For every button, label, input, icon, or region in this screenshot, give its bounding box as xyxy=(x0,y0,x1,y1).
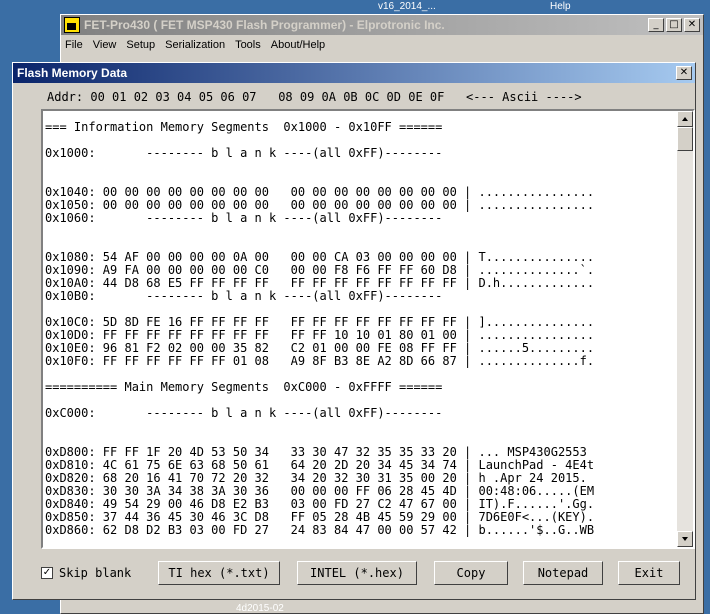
skip-blank-checkbox[interactable]: ✓ Skip blank xyxy=(41,566,131,580)
copy-button[interactable]: Copy xyxy=(434,561,508,585)
memory-view[interactable]: === Information Memory Segments 0x1000 -… xyxy=(41,109,695,549)
maximize-button[interactable]: □ xyxy=(666,18,682,32)
memory-line: 0x10F0: FF FF FF FF FF FF 01 08 A9 8F B3… xyxy=(45,354,595,368)
memory-line: 0x1060: -------- b l a n k ----(all 0xFF… xyxy=(45,211,443,225)
memory-line xyxy=(45,160,675,173)
memory-line: === Information Memory Segments 0x1000 -… xyxy=(45,121,443,134)
ti-hex-button[interactable]: TI hex (*.txt) xyxy=(158,561,280,585)
menu-view[interactable]: View xyxy=(93,39,117,51)
dialog-titlebar[interactable]: Flash Memory Data ✕ xyxy=(13,63,695,83)
memory-line: 0x1000: -------- b l a n k ----(all 0xFF… xyxy=(45,146,443,160)
button-row: ✓ Skip blank TI hex (*.txt) INTEL (*.hex… xyxy=(41,559,691,589)
desktop-text-bottom: 4d2015-02 xyxy=(236,603,284,614)
intel-hex-button[interactable]: INTEL (*.hex) xyxy=(297,561,417,585)
skip-blank-label: Skip blank xyxy=(59,566,132,580)
exit-button[interactable]: Exit xyxy=(618,561,680,585)
memory-line: ========== Main Memory Segments 0xC000 -… xyxy=(45,380,443,394)
memory-text[interactable]: === Information Memory Segments 0x1000 -… xyxy=(45,121,675,547)
menu-file[interactable]: File xyxy=(65,39,83,51)
flash-memory-dialog: Flash Memory Data ✕ Addr: 00 01 02 03 04… xyxy=(12,62,696,600)
main-titlebar[interactable]: FET-Pro430 ( FET MSP430 Flash Programmer… xyxy=(61,15,703,35)
scroll-thumb[interactable] xyxy=(677,127,693,151)
menu-setup[interactable]: Setup xyxy=(126,39,155,51)
app-icon xyxy=(64,17,80,33)
menu-serialization[interactable]: Serialization xyxy=(165,39,225,51)
address-header: Addr: 00 01 02 03 04 05 06 07 08 09 0A 0… xyxy=(47,90,582,104)
notepad-button[interactable]: Notepad xyxy=(523,561,603,585)
close-button[interactable]: ✕ xyxy=(684,18,700,32)
memory-line: 0xC000: -------- b l a n k ----(all 0xFF… xyxy=(45,406,443,420)
memory-line: 0xD860: 62 D8 D2 B3 03 00 FD 27 24 83 84… xyxy=(45,523,595,537)
menu-tools[interactable]: Tools xyxy=(235,39,261,51)
checkbox-check-icon[interactable]: ✓ xyxy=(41,567,53,579)
arrow-down-icon xyxy=(682,537,688,541)
scroll-down-button[interactable] xyxy=(677,531,693,547)
scroll-up-button[interactable] xyxy=(677,111,693,127)
desktop-text-top: v16_2014_... xyxy=(378,1,436,12)
desktop-text-help: Help xyxy=(550,1,571,12)
arrow-up-icon xyxy=(682,117,688,121)
vertical-scrollbar[interactable] xyxy=(677,111,693,547)
minimize-button[interactable]: _ xyxy=(648,18,664,32)
menubar: File View Setup Serialization Tools Abou… xyxy=(61,35,703,55)
dialog-close-button[interactable]: ✕ xyxy=(676,66,692,80)
dialog-title: Flash Memory Data xyxy=(17,66,128,80)
main-window-title: FET-Pro430 ( FET MSP430 Flash Programmer… xyxy=(84,18,445,32)
memory-line xyxy=(45,420,675,433)
memory-line xyxy=(45,225,675,238)
menu-about-help[interactable]: About/Help xyxy=(271,39,325,51)
memory-line: 0x10B0: -------- b l a n k ----(all 0xFF… xyxy=(45,289,443,303)
